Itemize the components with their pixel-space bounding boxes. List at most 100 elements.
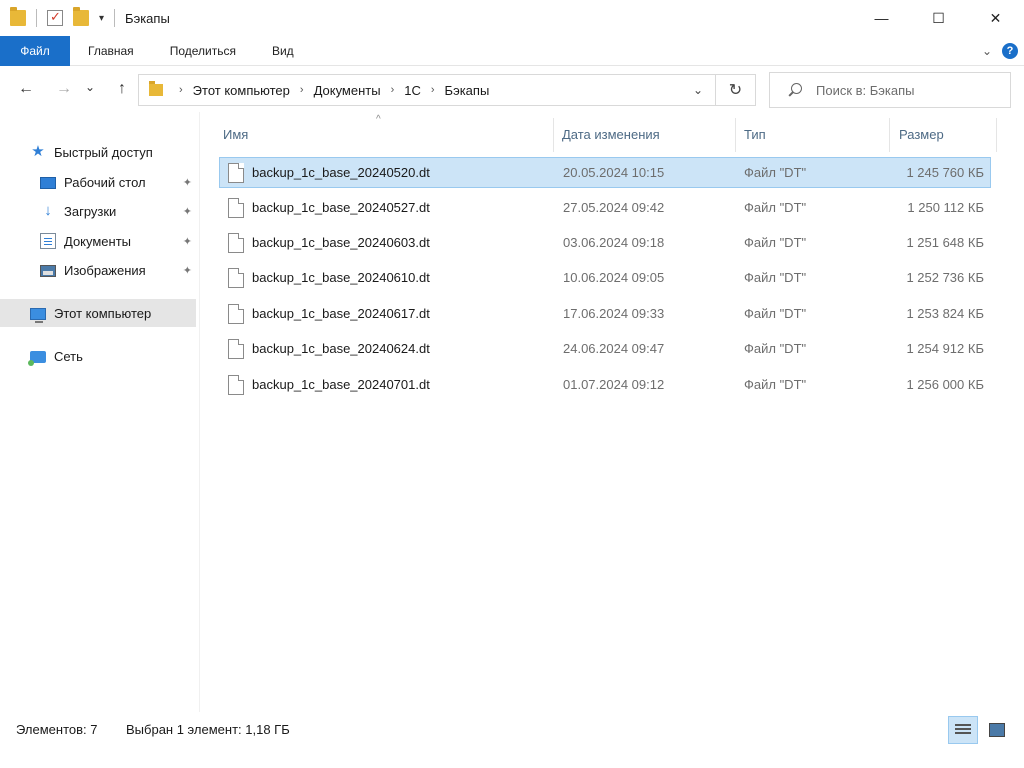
file-size: 1 256 000 КБ xyxy=(906,377,984,392)
table-row[interactable]: backup_1c_base_20240624.dt 24.06.2024 09… xyxy=(219,333,991,364)
table-row[interactable]: backup_1c_base_20240610.dt 10.06.2024 09… xyxy=(219,262,991,293)
column-divider[interactable] xyxy=(735,118,736,152)
file-icon xyxy=(228,339,244,359)
selection-info: Выбран 1 элемент: 1,18 ГБ xyxy=(126,722,290,737)
column-header-size[interactable]: Размер xyxy=(899,120,944,148)
back-button[interactable]: ← xyxy=(12,75,40,103)
column-divider[interactable] xyxy=(553,118,554,152)
column-divider[interactable] xyxy=(889,118,890,152)
file-name: backup_1c_base_20240617.dt xyxy=(252,306,430,321)
documents-icon xyxy=(40,233,56,249)
file-name: backup_1c_base_20240527.dt xyxy=(252,200,430,215)
file-type: Файл "DT" xyxy=(744,200,807,215)
chevron-right-icon[interactable]: › xyxy=(391,84,395,96)
refresh-button[interactable]: ↻ xyxy=(716,74,756,106)
desktop-icon xyxy=(40,177,56,189)
minimize-button[interactable]: — xyxy=(853,0,910,36)
file-name: backup_1c_base_20240624.dt xyxy=(252,341,430,356)
sidebar-item-quick-access[interactable]: ★ Быстрый доступ xyxy=(30,138,196,166)
table-row[interactable]: backup_1c_base_20240701.dt 01.07.2024 09… xyxy=(219,369,991,400)
file-icon xyxy=(228,375,244,395)
sidebar-item-label: Загрузки xyxy=(64,203,117,219)
maximize-button[interactable]: ☐ xyxy=(910,0,967,36)
search-input[interactable] xyxy=(816,82,996,98)
column-divider[interactable] xyxy=(996,118,997,152)
close-button[interactable]: ✕ xyxy=(967,0,1024,36)
details-view-button[interactable] xyxy=(948,716,978,744)
large-icons-view-button[interactable] xyxy=(982,716,1012,744)
file-date: 20.05.2024 10:15 xyxy=(563,165,665,180)
window-title: Бэкапы xyxy=(125,10,170,26)
pin-icon[interactable]: ✦ xyxy=(183,176,192,189)
breadcrumb-documents[interactable]: Документы xyxy=(314,83,381,98)
chevron-right-icon[interactable]: › xyxy=(179,84,183,96)
tab-share[interactable]: Поделиться xyxy=(152,36,254,66)
tab-file[interactable]: Файл xyxy=(0,35,70,66)
column-header-date[interactable]: Дата изменения xyxy=(562,120,660,148)
file-date: 17.06.2024 09:33 xyxy=(563,306,665,321)
sidebar-item-label: Этот компьютер xyxy=(54,305,152,321)
customize-toolbar-icon[interactable]: ▾ xyxy=(99,13,104,24)
sidebar-item-label: Рабочий стол xyxy=(64,174,146,190)
computer-icon xyxy=(30,307,46,323)
address-bar[interactable]: › Этот компьютер › Документы › 1С › Бэка… xyxy=(138,74,716,106)
table-row[interactable]: backup_1c_base_20240520.dt 20.05.2024 10… xyxy=(219,157,991,188)
breadcrumb-1c[interactable]: 1С xyxy=(404,83,421,98)
title-bar: ▾ Бэкапы — ☐ ✕ xyxy=(0,0,1024,36)
file-size: 1 252 736 КБ xyxy=(906,270,984,285)
breadcrumb-backups[interactable]: Бэкапы xyxy=(445,83,490,98)
ribbon-tabs: Файл Главная Поделиться Вид ⌄ ? xyxy=(0,35,1024,66)
chevron-down-icon[interactable]: ⌄ xyxy=(982,44,992,58)
pin-icon[interactable]: ✦ xyxy=(183,205,192,218)
chevron-down-icon[interactable]: ⌄ xyxy=(693,83,703,97)
sidebar-item-documents[interactable]: Документы ✦ xyxy=(40,227,196,255)
file-name: backup_1c_base_20240610.dt xyxy=(252,270,430,285)
file-icon xyxy=(228,198,244,218)
column-header-type[interactable]: Тип xyxy=(744,120,766,148)
new-folder-icon[interactable] xyxy=(73,7,89,26)
file-size: 1 253 824 КБ xyxy=(906,306,984,321)
chevron-right-icon[interactable]: › xyxy=(431,84,435,96)
tab-home[interactable]: Главная xyxy=(70,36,152,66)
up-button[interactable]: ↑ xyxy=(108,75,136,103)
file-size: 1 251 648 КБ xyxy=(906,235,984,250)
sidebar-item-label: Изображения xyxy=(64,262,146,278)
pin-icon[interactable]: ✦ xyxy=(183,264,192,277)
properties-icon[interactable] xyxy=(47,9,63,26)
column-header-name[interactable]: Имя xyxy=(223,120,248,148)
table-row[interactable]: backup_1c_base_20240603.dt 03.06.2024 09… xyxy=(219,227,991,258)
sidebar-item-desktop[interactable]: Рабочий стол ✦ xyxy=(40,168,196,196)
sidebar-item-network[interactable]: Сеть xyxy=(28,342,196,370)
sidebar-item-label: Сеть xyxy=(54,348,83,364)
file-list: ^ Имя Дата изменения Тип Размер backup_1… xyxy=(200,112,1024,712)
toolbar-separator xyxy=(114,9,116,27)
sidebar-item-this-pc[interactable]: Этот компьютер xyxy=(0,299,196,327)
sidebar-item-pictures[interactable]: Изображения ✦ xyxy=(40,256,196,284)
sidebar-item-downloads[interactable]: ↓ Загрузки ✦ xyxy=(40,197,196,225)
navigation-bar: ← → ⌄ ↑ › Этот компьютер › Документы › 1… xyxy=(0,66,1024,112)
file-icon xyxy=(228,233,244,253)
chevron-right-icon[interactable]: › xyxy=(300,84,304,96)
folder-icon xyxy=(10,7,26,26)
pin-icon[interactable]: ✦ xyxy=(183,235,192,248)
pictures-icon xyxy=(40,265,56,277)
file-type: Файл "DT" xyxy=(744,270,807,285)
recent-locations-button[interactable]: ⌄ xyxy=(80,73,100,101)
table-row[interactable]: backup_1c_base_20240527.dt 27.05.2024 09… xyxy=(219,192,991,223)
tab-view[interactable]: Вид xyxy=(254,36,312,66)
forward-button[interactable]: → xyxy=(50,75,78,103)
file-date: 03.06.2024 09:18 xyxy=(563,235,665,250)
table-row[interactable]: backup_1c_base_20240617.dt 17.06.2024 09… xyxy=(219,298,991,329)
navigation-pane: ★ Быстрый доступ Рабочий стол ✦ ↓ Загруз… xyxy=(0,112,200,712)
search-box[interactable] xyxy=(769,72,1011,108)
details-view-icon xyxy=(955,723,971,737)
search-icon xyxy=(788,83,802,97)
sort-ascending-icon: ^ xyxy=(376,114,381,125)
status-bar: Элементов: 7 Выбран 1 элемент: 1,18 ГБ xyxy=(0,712,1024,748)
file-type: Файл "DT" xyxy=(744,235,807,250)
star-icon: ★ xyxy=(31,143,45,160)
toolbar-separator xyxy=(36,9,37,27)
file-date: 01.07.2024 09:12 xyxy=(563,377,665,392)
help-icon[interactable]: ? xyxy=(1002,43,1018,59)
breadcrumb-this-pc[interactable]: Этот компьютер xyxy=(193,83,290,98)
